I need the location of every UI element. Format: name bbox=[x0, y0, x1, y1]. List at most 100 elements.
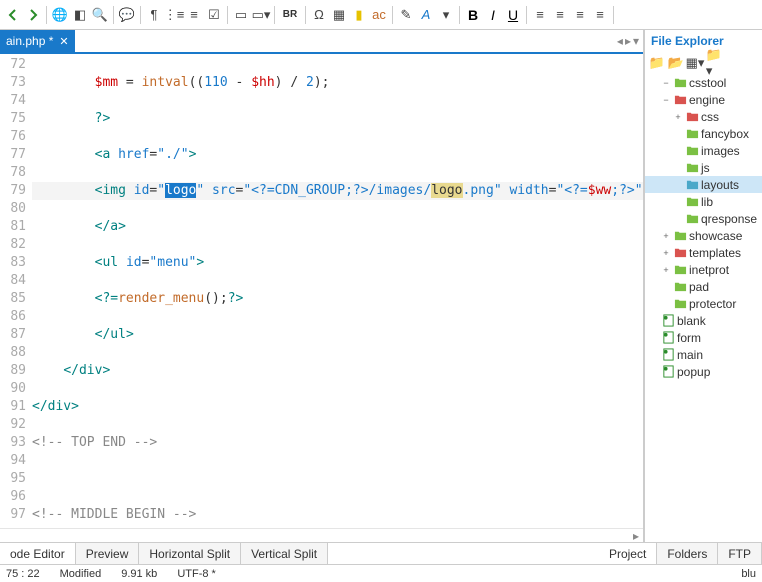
omega-icon[interactable]: Ω bbox=[310, 6, 328, 24]
pencil-icon[interactable]: ✎ bbox=[397, 6, 415, 24]
tree-item-templates[interactable]: + templates bbox=[645, 244, 762, 261]
folder-green-icon bbox=[685, 212, 699, 226]
tree-item-engine[interactable]: −engine bbox=[645, 91, 762, 108]
expand-icon[interactable]: + bbox=[673, 112, 683, 122]
file-green-icon bbox=[661, 331, 675, 345]
file-explorer-panel: File Explorer 📁 📂 ▦▾ 📁▾ −csstool−engine+… bbox=[644, 30, 762, 542]
code-editor[interactable]: 7273747576777879808182838485868788899091… bbox=[0, 54, 643, 528]
close-icon[interactable]: ✕ bbox=[59, 35, 68, 48]
status-bar: 75 : 22 Modified 9.91 kb UTF-8 * blu bbox=[0, 564, 762, 582]
align-left-icon[interactable]: ≡ bbox=[531, 6, 549, 24]
expand-icon[interactable]: − bbox=[661, 78, 671, 88]
tree-label: templates bbox=[689, 246, 741, 260]
font-drop-icon[interactable]: ▾ bbox=[437, 6, 455, 24]
view-icon[interactable]: ▦▾ bbox=[687, 55, 703, 71]
underline-button[interactable]: U bbox=[504, 6, 522, 24]
tree-item-form[interactable]: form bbox=[645, 329, 762, 346]
align-justify-icon[interactable]: ≡ bbox=[591, 6, 609, 24]
horizontal-scrollbar[interactable]: ▸ bbox=[0, 528, 643, 542]
br-button[interactable]: BR bbox=[279, 6, 301, 24]
browser-icon[interactable]: 🌐 bbox=[51, 6, 69, 24]
separator-icon bbox=[227, 6, 228, 24]
number-list-icon[interactable]: ≡ bbox=[185, 6, 203, 24]
expand-icon[interactable]: − bbox=[661, 95, 671, 105]
prev-tab-icon[interactable]: ◂ bbox=[617, 34, 623, 48]
folder-drop-icon[interactable]: 📁▾ bbox=[706, 55, 722, 71]
align-center-icon[interactable]: ≡ bbox=[551, 6, 569, 24]
marker-icon[interactable]: ▮ bbox=[350, 6, 368, 24]
expand-icon[interactable]: + bbox=[661, 265, 671, 275]
back-icon[interactable] bbox=[4, 6, 22, 24]
format-icon[interactable]: ac bbox=[370, 6, 388, 24]
tree-label: fancybox bbox=[701, 127, 749, 141]
toggle-icon[interactable]: ◧ bbox=[71, 6, 89, 24]
check-list-icon[interactable]: ☑ bbox=[205, 6, 223, 24]
pilcrow-icon[interactable]: ¶ bbox=[145, 6, 163, 24]
next-tab-icon[interactable]: ▸ bbox=[625, 34, 631, 48]
bullet-list-icon[interactable]: ⋮≡ bbox=[165, 6, 183, 24]
editor-tab[interactable]: ain.php * ✕ bbox=[0, 30, 75, 52]
file-tree[interactable]: −csstool−engine+css fancyboximages jslayou… bbox=[645, 74, 762, 542]
folder-red-icon bbox=[673, 93, 687, 107]
tab-preview[interactable]: Preview bbox=[76, 543, 140, 564]
columns-icon[interactable]: ▦ bbox=[330, 6, 348, 24]
tab-menu-icon[interactable]: ▾ bbox=[633, 34, 639, 48]
folder-open-icon[interactable]: 📂 bbox=[668, 55, 684, 71]
tree-item-qresponse[interactable]: qresponse bbox=[645, 210, 762, 227]
tab-vertical-split[interactable]: Vertical Split bbox=[241, 543, 328, 564]
tree-label: blank bbox=[677, 314, 706, 328]
tree-item-blank[interactable]: blank bbox=[645, 312, 762, 329]
tree-item-pad[interactable]: pad bbox=[645, 278, 762, 295]
panel-title: File Explorer bbox=[645, 30, 762, 52]
folder-green-icon bbox=[673, 297, 687, 311]
file-green-icon bbox=[661, 365, 675, 379]
encoding: UTF-8 * bbox=[177, 568, 216, 580]
tree-label: qresponse bbox=[701, 212, 757, 226]
tree-item-showcase[interactable]: + showcase bbox=[645, 227, 762, 244]
tree-item-images[interactable]: images bbox=[645, 142, 762, 159]
tree-item-inetprot[interactable]: +inetprot bbox=[645, 261, 762, 278]
expand-icon[interactable]: + bbox=[661, 231, 671, 241]
tab-folders[interactable]: Folders bbox=[657, 543, 718, 564]
file-green-icon bbox=[661, 348, 675, 362]
comment-icon[interactable]: 💬 bbox=[118, 6, 136, 24]
tree-item-js[interactable]: js bbox=[645, 159, 762, 176]
folder-green-icon bbox=[673, 280, 687, 294]
tree-item-protector[interactable]: protector bbox=[645, 295, 762, 312]
tree-item-css[interactable]: +css bbox=[645, 108, 762, 125]
tab-ftp[interactable]: FTP bbox=[718, 543, 762, 564]
box-drop-icon[interactable]: ▭▾ bbox=[252, 6, 270, 24]
tab-code-editor[interactable]: ode Editor bbox=[0, 543, 76, 564]
separator-icon bbox=[305, 6, 306, 24]
align-right-icon[interactable]: ≡ bbox=[571, 6, 589, 24]
tree-item-fancybox[interactable]: fancybox bbox=[645, 125, 762, 142]
tree-item-lib[interactable]: lib bbox=[645, 193, 762, 210]
tree-label: showcase bbox=[689, 229, 742, 243]
tree-item-main[interactable]: main bbox=[645, 346, 762, 363]
status-right: blu bbox=[741, 568, 756, 580]
folder-icon[interactable]: 📁 bbox=[649, 55, 665, 71]
tree-label: protector bbox=[689, 297, 736, 311]
code-body[interactable]: $mm = intval((110 - $hh) / 2); ?> <a hre… bbox=[32, 54, 643, 528]
tab-horizontal-split[interactable]: Horizontal Split bbox=[139, 543, 241, 564]
tab-project[interactable]: Project bbox=[599, 543, 657, 564]
expand-icon[interactable]: + bbox=[661, 248, 671, 258]
forward-icon[interactable] bbox=[24, 6, 42, 24]
folder-green-icon bbox=[685, 144, 699, 158]
italic-button[interactable]: I bbox=[484, 6, 502, 24]
search-icon[interactable]: 🔍 bbox=[91, 6, 109, 24]
scroll-right-icon[interactable]: ▸ bbox=[633, 529, 639, 543]
bold-button[interactable]: B bbox=[464, 6, 482, 24]
separator-icon bbox=[526, 6, 527, 24]
separator-icon bbox=[459, 6, 460, 24]
tree-item-layouts[interactable]: layouts bbox=[645, 176, 762, 193]
folder-green-icon bbox=[673, 263, 687, 277]
separator-icon bbox=[113, 6, 114, 24]
tree-item-popup[interactable]: popup bbox=[645, 363, 762, 380]
cursor-position: 75 : 22 bbox=[6, 568, 40, 580]
font-icon[interactable]: A bbox=[417, 6, 435, 24]
tree-label: js bbox=[701, 161, 710, 175]
tree-item-csstool[interactable]: −csstool bbox=[645, 74, 762, 91]
editor-area: ain.php * ✕ ◂ ▸ ▾ 7273747576777879808182… bbox=[0, 30, 644, 542]
box-icon[interactable]: ▭ bbox=[232, 6, 250, 24]
